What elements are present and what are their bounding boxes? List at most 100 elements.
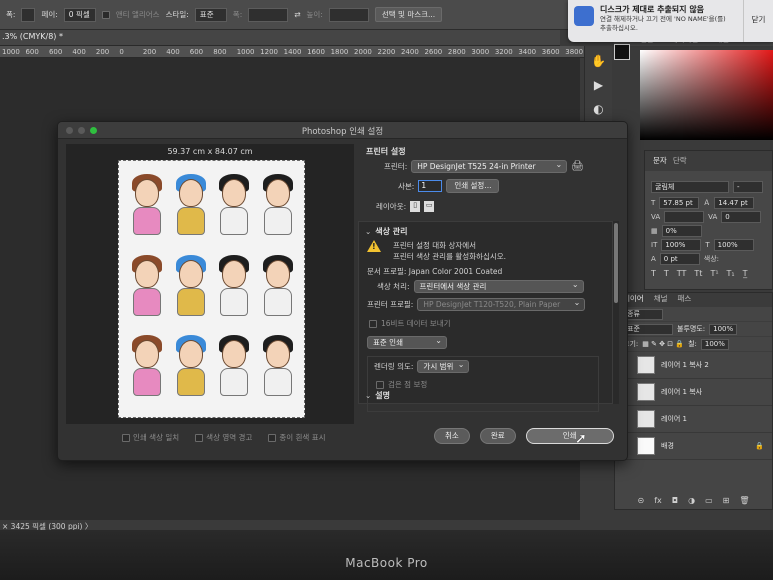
print-button[interactable]: 인쇄 [525, 428, 614, 444]
bit16-label: 16비트 데이터 보내기 [381, 319, 451, 328]
folder-icon[interactable]: ▭ [705, 493, 713, 509]
chevron-down-icon[interactable]: ⌄ [365, 391, 371, 400]
allcaps-icon[interactable]: TT [677, 269, 687, 278]
adjust-icon[interactable]: ◐ [589, 100, 609, 118]
tsume-field[interactable]: 0% [661, 225, 702, 237]
font-style-select[interactable]: - [733, 181, 763, 193]
foreground-color[interactable] [614, 44, 630, 60]
color-handling-select[interactable]: 프린터에서 색상 관리 [413, 279, 584, 293]
layer-row[interactable]: ◉ 레이어 1 복사 [615, 379, 772, 406]
superscript-icon[interactable]: T¹ [710, 269, 718, 278]
fx-icon[interactable]: fx [654, 493, 662, 509]
laptop-bezel: MacBook Pro [0, 530, 773, 580]
mask-icon[interactable]: ◘ [672, 493, 678, 509]
ruler-tick: 200 [142, 48, 157, 56]
bit16-checkbox[interactable] [369, 319, 377, 328]
tab-paragraph[interactable]: 단락 [673, 155, 687, 167]
subscript-icon[interactable]: T₁ [727, 269, 735, 278]
layer-row[interactable]: ◉ 레이어 1 복사 2 [615, 352, 772, 379]
done-button[interactable]: 완료 [479, 428, 516, 444]
hscale-icon: T [705, 241, 710, 249]
lock-icons[interactable]: ▦ ✎ ✥ ⊡ 🔒 [642, 340, 684, 348]
trash-icon[interactable]: 🗑 [739, 493, 749, 509]
gamut-warning-option[interactable]: 색상 영역 경고 [195, 432, 252, 443]
checkbox[interactable] [122, 433, 130, 442]
style-select[interactable]: 표준 [194, 7, 227, 22]
lock-icon[interactable]: 🔒 [755, 442, 764, 450]
color-swatches[interactable] [614, 44, 638, 72]
hand-icon[interactable]: ✋ [589, 52, 609, 70]
scroll-thumb[interactable] [614, 223, 618, 303]
layer-row[interactable]: ◉ 배경 🔒 [615, 433, 772, 460]
swap-icon[interactable]: ⇄ [294, 10, 300, 19]
vscale-field[interactable]: 100% [661, 239, 702, 251]
new-layer-icon[interactable]: ⊞ [723, 493, 730, 509]
kerning-field[interactable] [664, 211, 705, 223]
printer-profile-select[interactable]: HP DesignJet T120-T520, Plain Paper [417, 297, 586, 311]
copies-label: 사본: [398, 181, 415, 191]
paper-white-option[interactable]: 종이 흰색 표시 [268, 432, 326, 443]
dialog-titlebar: Photoshop 인쇄 설정 [58, 122, 627, 139]
anti-alias-checkbox[interactable] [101, 10, 110, 19]
opacity-field[interactable]: 100% [709, 323, 738, 335]
ruler-tick: 1000 [236, 48, 255, 56]
rendering-intent-select[interactable]: 가시 범위 [417, 359, 470, 373]
tab-paths[interactable]: 패스 [678, 293, 692, 307]
ruler-tick: 800 [213, 48, 227, 56]
printer-select[interactable]: HP DesignJet T525 24-in Printer [411, 159, 568, 173]
notification-close-button[interactable]: 닫기 [743, 0, 773, 42]
checkbox[interactable] [195, 433, 204, 442]
color-section-title: 색상 관리 [375, 227, 408, 236]
layer-filter-select[interactable]: 종류 [623, 308, 663, 320]
play-icon[interactable]: ▶ [589, 76, 609, 94]
width-label: 폭: [6, 10, 16, 19]
printer-settings-icon[interactable]: 🖨 [571, 161, 584, 172]
tab-channels[interactable]: 채널 [654, 293, 668, 307]
match-print-colors-option[interactable]: 인쇄 색상 일치 [122, 432, 179, 443]
italic-icon[interactable]: T [664, 269, 669, 278]
portrait-icon[interactable]: ▯ [410, 201, 421, 212]
color-picker-field[interactable] [640, 50, 773, 140]
tab-character[interactable]: 문자 [653, 155, 667, 167]
layers-footer: ⊝ fx ◘ ◑ ▭ ⊞ 🗑 [615, 493, 772, 509]
blend-mode-select[interactable]: 표준 [623, 323, 673, 335]
height-field[interactable]: 0 픽셀 [63, 7, 96, 22]
disk-notification[interactable]: 디스크가 제대로 추출되지 않음 연결 해제하거나 끄기 전에 'NO NAME… [568, 0, 773, 42]
fill-field[interactable]: 100% [700, 338, 729, 350]
font-size-field[interactable]: 57.85 pt [659, 197, 700, 209]
ruler-tick: 1400 [283, 48, 302, 56]
adjustment-icon[interactable]: ◑ [688, 493, 695, 509]
copies-input[interactable]: 1 [418, 180, 443, 192]
layer-row[interactable]: ◉ 레이어 1 [615, 406, 772, 433]
hscale-field[interactable]: 100% [713, 239, 754, 251]
layers-panel: 레이어 채널 패스 종류 표준 불투명도: 100% 그기: ▦ ✎ ✥ ⊡ 🔒… [614, 292, 773, 510]
bold-icon[interactable]: T [651, 269, 656, 278]
width-field[interactable] [21, 7, 36, 22]
tracking-field[interactable]: 0 [721, 211, 762, 223]
leading-field[interactable]: 14.47 pt [714, 197, 755, 209]
print-dialog: Photoshop 인쇄 설정 59.37 cm x 84.07 cm 인쇄 색… [57, 121, 628, 461]
height-label: 페이: [41, 10, 58, 19]
smallcaps-icon[interactable]: Tt [694, 269, 702, 278]
settings-scrollbar[interactable] [613, 221, 619, 404]
height2-label: 높이: [306, 10, 323, 19]
print-mode-select[interactable]: 표준 인쇄 [367, 335, 447, 349]
document-tab[interactable]: .3% (CMYK/8) * [0, 30, 560, 46]
caricature-figure [258, 171, 298, 248]
checkbox[interactable] [268, 433, 277, 442]
cancel-button[interactable]: 취소 [434, 428, 470, 444]
caricature-figure [127, 252, 167, 329]
ruler-tick: 3400 [518, 48, 537, 56]
print-settings-button[interactable]: 인쇄 설정... [446, 179, 500, 193]
underline-icon[interactable]: T̲ [743, 269, 748, 278]
landscape-icon[interactable]: ▭ [424, 201, 435, 212]
black-point-checkbox[interactable] [376, 380, 384, 389]
link-icon[interactable]: ⊝ [638, 493, 645, 509]
height2-field[interactable] [328, 7, 369, 22]
width2-field[interactable] [248, 7, 289, 22]
font-family-select[interactable]: 굴림체 [651, 181, 729, 193]
baseline-field[interactable]: 0 pt [659, 253, 700, 265]
lock-row: 그기: ▦ ✎ ✥ ⊡ 🔒 칠: 100% [615, 337, 772, 352]
chevron-down-icon[interactable]: ⌄ [365, 227, 371, 236]
select-mask-button[interactable]: 선택 및 마스크... [374, 7, 443, 22]
